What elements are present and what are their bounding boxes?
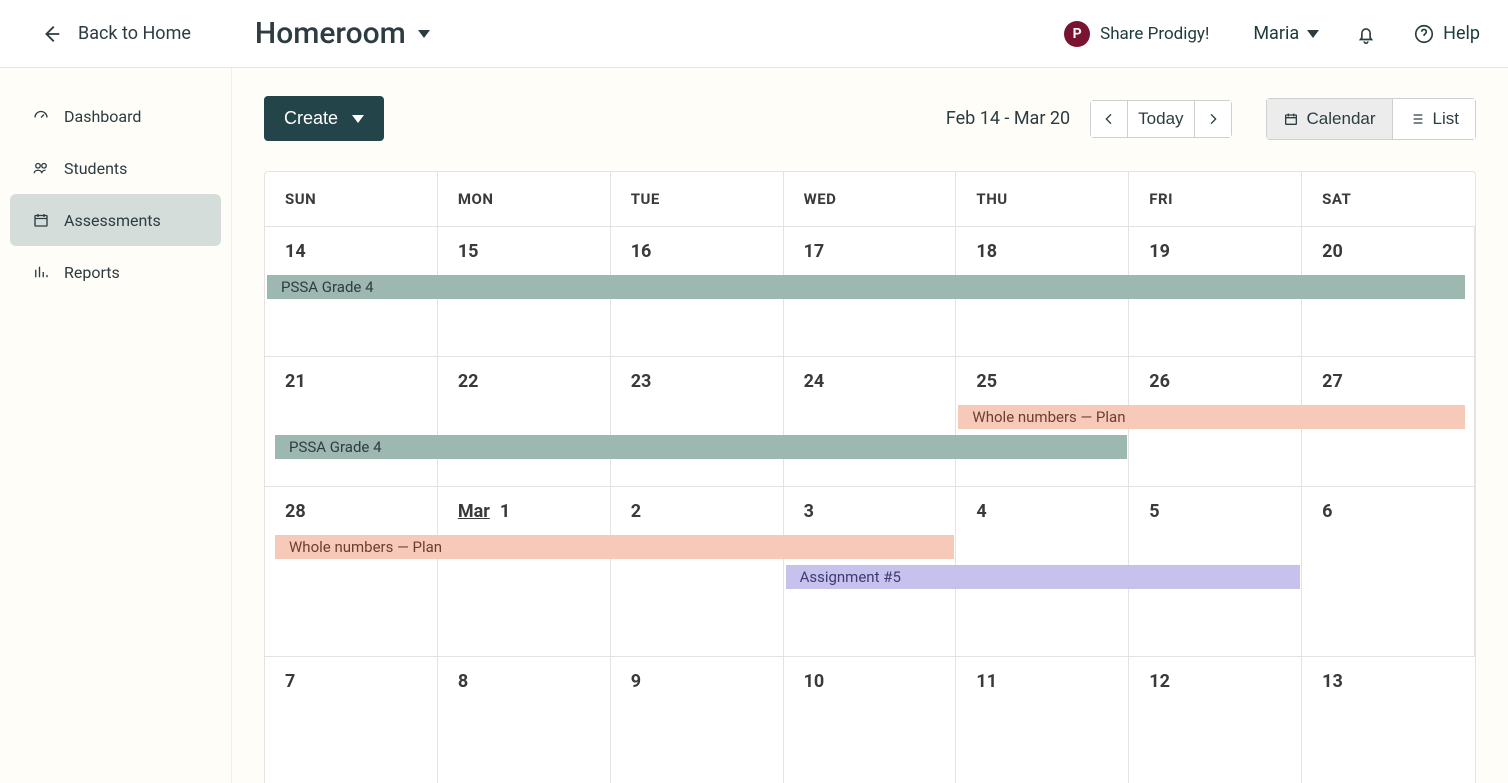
calendar-day-cell[interactable]: 10 xyxy=(784,657,957,783)
list-view-button[interactable]: List xyxy=(1393,98,1476,140)
date-nav-group: Today xyxy=(1090,100,1231,138)
toolbar: Create Feb 14 - Mar 20 Today Calen xyxy=(264,96,1476,141)
gauge-icon xyxy=(32,107,50,125)
view-toggle: Calendar List xyxy=(1266,98,1476,140)
caret-down-icon xyxy=(352,115,364,123)
class-dropdown[interactable]: Homeroom xyxy=(255,16,430,51)
date-range-label: Feb 14 - Mar 20 xyxy=(946,108,1070,129)
sidebar-item-label: Dashboard xyxy=(64,107,141,126)
help-button[interactable]: Help xyxy=(1413,23,1480,45)
chevron-left-icon xyxy=(1101,111,1117,127)
calendar-day-header: FRI xyxy=(1129,172,1302,226)
sidebar-item-label: Students xyxy=(64,159,127,178)
calendar-day-cell[interactable]: 13 xyxy=(1302,657,1475,783)
share-label: Share Prodigy! xyxy=(1100,24,1209,44)
prev-button[interactable] xyxy=(1090,100,1128,138)
notifications-button[interactable] xyxy=(1355,23,1377,45)
calendar-week-row: 28Mar123456Whole numbers — PlanAssignmen… xyxy=(265,487,1475,657)
calendar-day-header: TUE xyxy=(611,172,784,226)
caret-down-icon xyxy=(418,30,430,38)
calendar-view-button[interactable]: Calendar xyxy=(1266,98,1393,140)
calendar-day-cell[interactable]: 6 xyxy=(1302,487,1475,656)
sidebar-item-label: Assessments xyxy=(64,211,161,230)
calendar-day-cell[interactable]: 24 xyxy=(784,357,957,486)
user-name: Maria xyxy=(1253,23,1299,44)
chevron-right-icon xyxy=(1205,111,1221,127)
calendar-view-label: Calendar xyxy=(1307,109,1376,129)
calendar-day-header: WED xyxy=(784,172,957,226)
calendar-day-cell[interactable]: 21 xyxy=(265,357,438,486)
calendar-day-header: SUN xyxy=(265,172,438,226)
calendar-event[interactable]: Whole numbers — Plan xyxy=(958,405,1465,429)
list-icon xyxy=(1409,111,1425,127)
calendar-event[interactable]: PSSA Grade 4 xyxy=(267,275,1465,299)
top-bar: Back to Home Homeroom P Share Prodigy! M… xyxy=(0,0,1508,68)
calendar-day-cell[interactable]: 7 xyxy=(265,657,438,783)
create-button[interactable]: Create xyxy=(264,96,384,141)
bar-chart-icon xyxy=(32,263,50,281)
calendar-header-row: SUNMONTUEWEDTHUFRISAT xyxy=(265,172,1475,227)
sidebar-item-assessments[interactable]: Assessments xyxy=(10,194,221,246)
calendar-day-cell[interactable]: 8 xyxy=(438,657,611,783)
today-button[interactable]: Today xyxy=(1128,100,1194,138)
list-view-label: List xyxy=(1433,109,1459,129)
caret-down-icon xyxy=(1307,30,1319,38)
calendar-event[interactable]: Whole numbers — Plan xyxy=(275,535,954,559)
calendar-icon xyxy=(1283,111,1299,127)
calendar-day-cell[interactable]: 23 xyxy=(611,357,784,486)
help-icon xyxy=(1413,23,1435,45)
user-menu[interactable]: Maria xyxy=(1253,23,1319,44)
calendar-day-cell[interactable]: 9 xyxy=(611,657,784,783)
calendar-day-cell[interactable]: Mar1 xyxy=(438,487,611,656)
calendar-day-cell[interactable]: 12 xyxy=(1129,657,1302,783)
today-label: Today xyxy=(1138,109,1183,129)
calendar-day-header: THU xyxy=(956,172,1129,226)
calendar-day-cell[interactable]: 28 xyxy=(265,487,438,656)
calendar-day-header: SAT xyxy=(1302,172,1475,226)
bell-icon xyxy=(1355,23,1377,45)
calendar-week-row: 78910111213 xyxy=(265,657,1475,783)
calendar-event[interactable]: Assignment #5 xyxy=(786,565,1301,589)
calendar-day-header: MON xyxy=(438,172,611,226)
calendar-day-cell[interactable]: 11 xyxy=(956,657,1129,783)
users-icon xyxy=(32,159,50,177)
sidebar-item-reports[interactable]: Reports xyxy=(10,246,221,298)
sidebar-item-label: Reports xyxy=(64,263,120,282)
main-content: Create Feb 14 - Mar 20 Today Calen xyxy=(232,68,1508,783)
create-label: Create xyxy=(284,108,338,129)
calendar-week-row: 14151617181920PSSA Grade 4 xyxy=(265,227,1475,357)
month-label: Mar xyxy=(458,501,490,522)
calendar-week-row: 21222324252627PSSA Grade 4Whole numbers … xyxy=(265,357,1475,487)
calendar-event[interactable]: PSSA Grade 4 xyxy=(275,435,1127,459)
help-label: Help xyxy=(1443,23,1480,44)
calendar-grid: SUNMONTUEWEDTHUFRISAT 14151617181920PSSA… xyxy=(264,171,1476,783)
back-to-home-button[interactable]: Back to Home xyxy=(40,23,191,45)
class-name: Homeroom xyxy=(255,16,406,51)
prodigy-badge-icon: P xyxy=(1064,21,1090,47)
next-button[interactable] xyxy=(1195,100,1232,138)
sidebar: Dashboard Students Assessments Reports xyxy=(0,68,232,783)
arrow-left-icon xyxy=(40,23,62,45)
share-prodigy-button[interactable]: P Share Prodigy! xyxy=(1064,21,1209,47)
calendar-day-cell[interactable]: 22 xyxy=(438,357,611,486)
sidebar-item-dashboard[interactable]: Dashboard xyxy=(10,90,221,142)
calendar-day-cell[interactable]: 2 xyxy=(611,487,784,656)
sidebar-item-students[interactable]: Students xyxy=(10,142,221,194)
calendar-icon xyxy=(32,211,50,229)
back-label: Back to Home xyxy=(78,23,191,44)
